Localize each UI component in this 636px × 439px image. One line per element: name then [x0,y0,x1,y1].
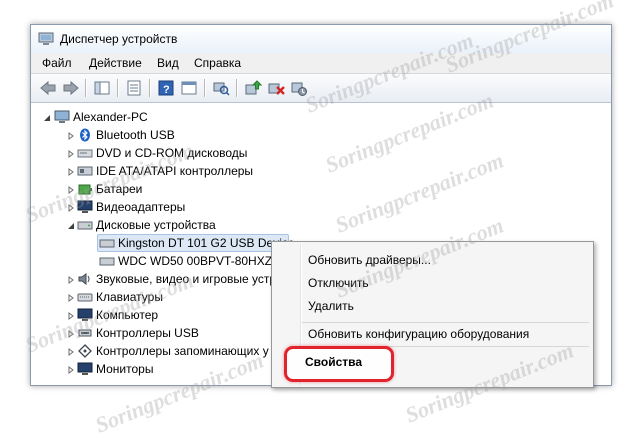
menu-view[interactable]: Вид [157,56,179,70]
speaker-icon [77,272,93,286]
menu-file[interactable]: Файл [42,56,72,70]
computer-icon [54,110,70,124]
expand-arrow-icon[interactable] [67,348,75,356]
help-icon[interactable]: ? [157,79,175,97]
tree-item-label: Дисковые устройства [96,218,216,232]
tree-root-label: Alexander-PC [73,110,148,124]
scan-hardware-icon[interactable] [212,79,230,97]
svg-text:?: ? [163,84,170,96]
device-manager-icon [38,32,54,46]
usb-drive-icon [99,236,115,250]
dvd-drive-icon [77,146,93,160]
expand-arrow-icon[interactable] [67,276,75,284]
tree-item-label: Видеоадаптеры [96,200,186,214]
menu-help[interactable]: Справка [194,56,241,70]
tree-item-label: Мониторы [96,362,154,376]
tree-item-label: Kingston DT 101 G2 USB Device [118,236,295,250]
tree-item-label: Контроллеры USB [96,326,199,340]
window-title: Диспетчер устройств [60,32,178,46]
expand-arrow-icon[interactable] [67,150,75,158]
keyboard-icon [77,290,93,304]
tree-item-label: WDC WD50 00BPVT-80HXZT3 [118,254,287,268]
expand-arrow-icon[interactable] [67,366,75,374]
tree-item-kingston[interactable]: Kingston DT 101 G2 USB Device [99,235,299,252]
tree-item-wdc[interactable]: WDC WD50 00BPVT-80HXZT3 [99,253,299,270]
menu-item-scan-hardware[interactable]: Обновить конфигурацию оборудования [308,327,529,341]
forward-arrow-icon[interactable] [62,79,80,97]
properties-highlight[interactable]: Свойства [284,346,394,382]
tree-item-bluetooth[interactable]: Bluetooth USB [67,127,267,144]
console-tree-icon[interactable] [93,79,111,97]
hard-disk-icon [99,254,115,268]
menu-item-properties[interactable]: Свойства [305,355,362,369]
console-window-icon[interactable] [180,79,198,97]
menu-separator [302,322,589,323]
back-arrow-icon[interactable] [39,79,57,97]
menu-bar: Файл Действие Вид Справка [31,53,611,74]
monitor-icon [77,362,93,376]
expand-arrow-icon[interactable] [67,168,75,176]
collapse-arrow-icon[interactable] [43,114,51,122]
expand-arrow-icon[interactable] [67,294,75,302]
disk-drive-icon [77,218,93,232]
update-driver-icon[interactable] [244,79,262,97]
properties-list-icon[interactable] [125,79,143,97]
bluetooth-icon [77,128,93,142]
menu-action[interactable]: Действие [89,56,142,70]
uninstall-icon[interactable] [267,79,285,97]
tree-root-node[interactable]: Alexander-PC [43,109,193,126]
tree-item-disk-drives[interactable]: Дисковые устройства [67,217,267,234]
expand-arrow-icon[interactable] [67,132,75,140]
tree-item-label: Bluetooth USB [96,128,175,142]
collapse-arrow-icon[interactable] [67,222,75,230]
storage-controller-icon [77,344,93,358]
